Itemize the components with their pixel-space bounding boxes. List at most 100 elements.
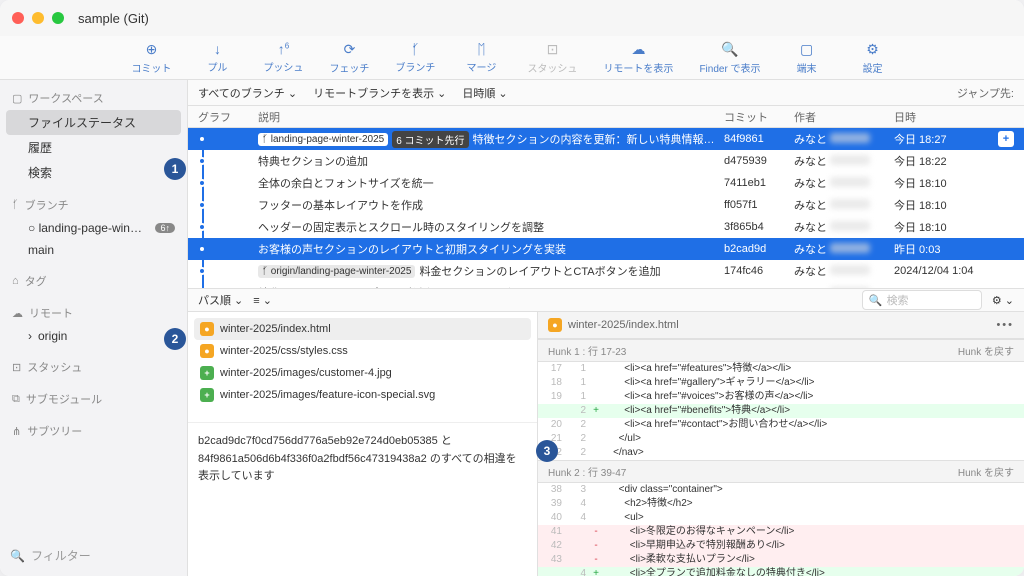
diff-line[interactable]: 42- <li>早期申込みで特別報酬あり</li>: [538, 539, 1024, 553]
hunk-header-2: Hunk 2 : 行 39-47Hunk を戻す: [538, 460, 1024, 483]
file-item[interactable]: +winter-2025/images/customer-4.jpg: [194, 362, 531, 384]
callout-1: 1: [164, 158, 186, 180]
minimize-icon[interactable]: [32, 12, 44, 24]
titlebar: sample (Git): [0, 0, 1024, 36]
Finder で表示-icon: 🔍: [721, 41, 738, 58]
commit-row[interactable]: フッターの基本レイアウトを作成 ff057f1 みなと 今日 18:10: [188, 194, 1024, 216]
file-item[interactable]: ●winter-2025/index.html: [194, 318, 531, 340]
toolbar: ⊕コミット ↓プル ↑6プッシュ ⟳フェッチ ᚶブランチ ᛖマージ ⊡スタッシュ ☁リモートを…: [0, 36, 1024, 80]
filter-bar: すべてのブランチ ⌄ リモートブランチを表示 ⌄ 日時順 ⌄ ジャンプ先:: [188, 80, 1024, 106]
graph-dot: [198, 157, 206, 165]
diff-line[interactable]: 394 <h2>特徴</h2>: [538, 497, 1024, 511]
diff-line[interactable]: 404 <ul>: [538, 511, 1024, 525]
toolbar-フェッチ[interactable]: ⟳フェッチ: [329, 41, 369, 75]
modified-icon: ●: [548, 318, 562, 332]
toolbar-プッシュ[interactable]: ↑6プッシュ: [263, 41, 303, 74]
diff-line[interactable]: 212 </ul>: [538, 432, 1024, 446]
diff-line[interactable]: 4+ <li>全プランで追加料金なしの特典付き</li>: [538, 567, 1024, 576]
file-status-icon: ●: [200, 322, 214, 336]
toolbar-スタッシュ[interactable]: ⊡スタッシュ: [527, 41, 577, 75]
commit-row[interactable]: 特典セクションの追加 d475939 みなと 今日 18:22: [188, 150, 1024, 172]
revert-hunk-button[interactable]: Hunk を戻す: [958, 464, 1014, 479]
diff-subbar: パス順 ⌄ ≡ ⌄ 🔍検索 ⚙ ⌄: [188, 288, 1024, 312]
file-item[interactable]: ●winter-2025/css/styles.css: [194, 340, 531, 362]
sidebar-branch-item[interactable]: main: [0, 239, 187, 261]
path-sort[interactable]: パス順 ⌄: [198, 292, 243, 308]
sidebar-item[interactable]: 履歴: [0, 135, 187, 160]
sidebar-section-subtrees[interactable]: ⋔サブツリー: [0, 419, 187, 443]
more-icon[interactable]: •••: [996, 319, 1014, 331]
stash-icon: ⊡: [12, 361, 21, 374]
file-status-icon: +: [200, 388, 214, 402]
file-item[interactable]: +winter-2025/images/feature-icon-special…: [194, 384, 531, 406]
toolbar-端末[interactable]: ▢端末: [787, 41, 827, 75]
branch-tag: ᚶ landing-page-winter-2025: [258, 133, 388, 146]
hunk-header-1: Hunk 1 : 行 17-23Hunk を戻す: [538, 339, 1024, 362]
diff-line[interactable]: 2+ <li><a href="#benefits">特典</a></li>: [538, 404, 1024, 418]
diff-line[interactable]: 222 </nav>: [538, 446, 1024, 460]
sidebar-section-submodules[interactable]: ⧉サブモジュール: [0, 387, 187, 411]
diff-line[interactable]: 171 <li><a href="#features">特徴</a></li>: [538, 362, 1024, 376]
expand-button[interactable]: +: [998, 131, 1014, 147]
sidebar: ▢ワークスペース ファイルステータス履歴検索 ᚶブランチ ○ landing-p…: [0, 80, 188, 576]
diff-line[interactable]: 202 <li><a href="#contact">お問い合わせ</a></l…: [538, 418, 1024, 432]
commit-list[interactable]: ᚶ landing-page-winter-20256 コミット先行特徴セクショ…: [188, 128, 1024, 288]
diff-line[interactable]: 181 <li><a href="#gallery">ギャラリー</a></li…: [538, 376, 1024, 390]
file-list: ●winter-2025/index.html●winter-2025/css/…: [188, 312, 538, 576]
commit-row[interactable]: ヘッダーの固定表示とスクロール時のスタイリングを調整 3f865b4 みなと 今…: [188, 216, 1024, 238]
sidebar-item[interactable]: ファイルステータス: [6, 110, 181, 135]
sidebar-item-origin[interactable]: ›origin: [0, 325, 187, 347]
close-icon[interactable]: [12, 12, 24, 24]
diff-view: ● winter-2025/index.html ••• Hunk 1 : 行 …: [538, 312, 1024, 576]
revert-hunk-button[interactable]: Hunk を戻す: [958, 343, 1014, 358]
リモートを表示-icon: ☁: [631, 41, 645, 58]
diff-line[interactable]: 191 <li><a href="#voices">お客様の声</a></li>: [538, 390, 1024, 404]
jump-to[interactable]: ジャンプ先:: [957, 85, 1014, 101]
toolbar-リモートを表示[interactable]: ☁リモートを表示: [603, 41, 673, 75]
callout-2: 2: [164, 328, 186, 350]
file-status-icon: +: [200, 366, 214, 380]
フェッチ-icon: ⟳: [344, 41, 356, 58]
graph-dot: [198, 179, 206, 187]
graph-dot: [198, 201, 206, 209]
commit-row[interactable]: 特典セクションをレスポンシブ対応でスタイリング 6da2b64 みなと 2024…: [188, 282, 1024, 288]
端末-icon: ▢: [800, 41, 813, 58]
search-input[interactable]: 🔍検索: [862, 290, 982, 310]
sidebar-section-stashes[interactable]: ⊡スタッシュ: [0, 355, 187, 379]
toolbar-Finder で表示[interactable]: 🔍Finder で表示: [699, 41, 760, 75]
sidebar-filter[interactable]: 🔍フィルター: [0, 541, 187, 570]
diff-line[interactable]: 43- <li>柔軟な支払いプラン</li>: [538, 553, 1024, 567]
remote-filter[interactable]: リモートブランチを表示 ⌄: [313, 85, 446, 101]
toolbar-マージ[interactable]: ᛖマージ: [461, 41, 501, 74]
toolbar-プル[interactable]: ↓プル: [197, 41, 237, 74]
settings-icon[interactable]: ⚙ ⌄: [992, 294, 1014, 307]
toolbar-ブランチ[interactable]: ᚶブランチ: [395, 41, 435, 74]
commit-row[interactable]: ᚶ origin/landing-page-winter-2025料金セクション…: [188, 260, 1024, 282]
graph-dot: [198, 245, 206, 253]
diff-line[interactable]: 41- <li>冬限定のお得なキャンペーン</li>: [538, 525, 1024, 539]
sidebar-branch-item[interactable]: ○ landing-page-win…6↑: [0, 217, 187, 239]
branch-icon: ᚶ: [12, 199, 19, 211]
workspace-icon: ▢: [12, 92, 22, 105]
マージ-icon: ᛖ: [477, 41, 485, 57]
sidebar-section-workspace: ▢ワークスペース: [0, 86, 187, 110]
callout-3: 3: [536, 440, 558, 462]
commit-row[interactable]: 全体の余白とフォントサイズを統一 7411eb1 みなと 今日 18:10: [188, 172, 1024, 194]
sidebar-item[interactable]: 検索: [0, 160, 187, 185]
view-mode[interactable]: ≡ ⌄: [253, 294, 272, 307]
branch-filter[interactable]: すべてのブランチ ⌄: [198, 85, 297, 101]
プル-icon: ↓: [214, 41, 221, 57]
設定-icon: ⚙: [866, 41, 879, 58]
ahead-badge: 6 コミット先行: [392, 131, 468, 148]
toolbar-コミット[interactable]: ⊕コミット: [131, 41, 171, 75]
toolbar-設定[interactable]: ⚙設定: [853, 41, 893, 75]
sidebar-section-remotes[interactable]: ☁リモート: [0, 301, 187, 325]
diff-line[interactable]: 383 <div class="container">: [538, 483, 1024, 497]
cloud-icon: ☁: [12, 307, 23, 320]
window-title: sample (Git): [78, 11, 149, 26]
commit-row[interactable]: ᚶ landing-page-winter-20256 コミット先行特徴セクショ…: [188, 128, 1024, 150]
maximize-icon[interactable]: [52, 12, 64, 24]
sidebar-section-tags[interactable]: ⌂タグ: [0, 269, 187, 293]
sort-filter[interactable]: 日時順 ⌄: [462, 85, 507, 101]
commit-row[interactable]: お客様の声セクションのレイアウトと初期スタイリングを実装 b2cad9d みなと…: [188, 238, 1024, 260]
